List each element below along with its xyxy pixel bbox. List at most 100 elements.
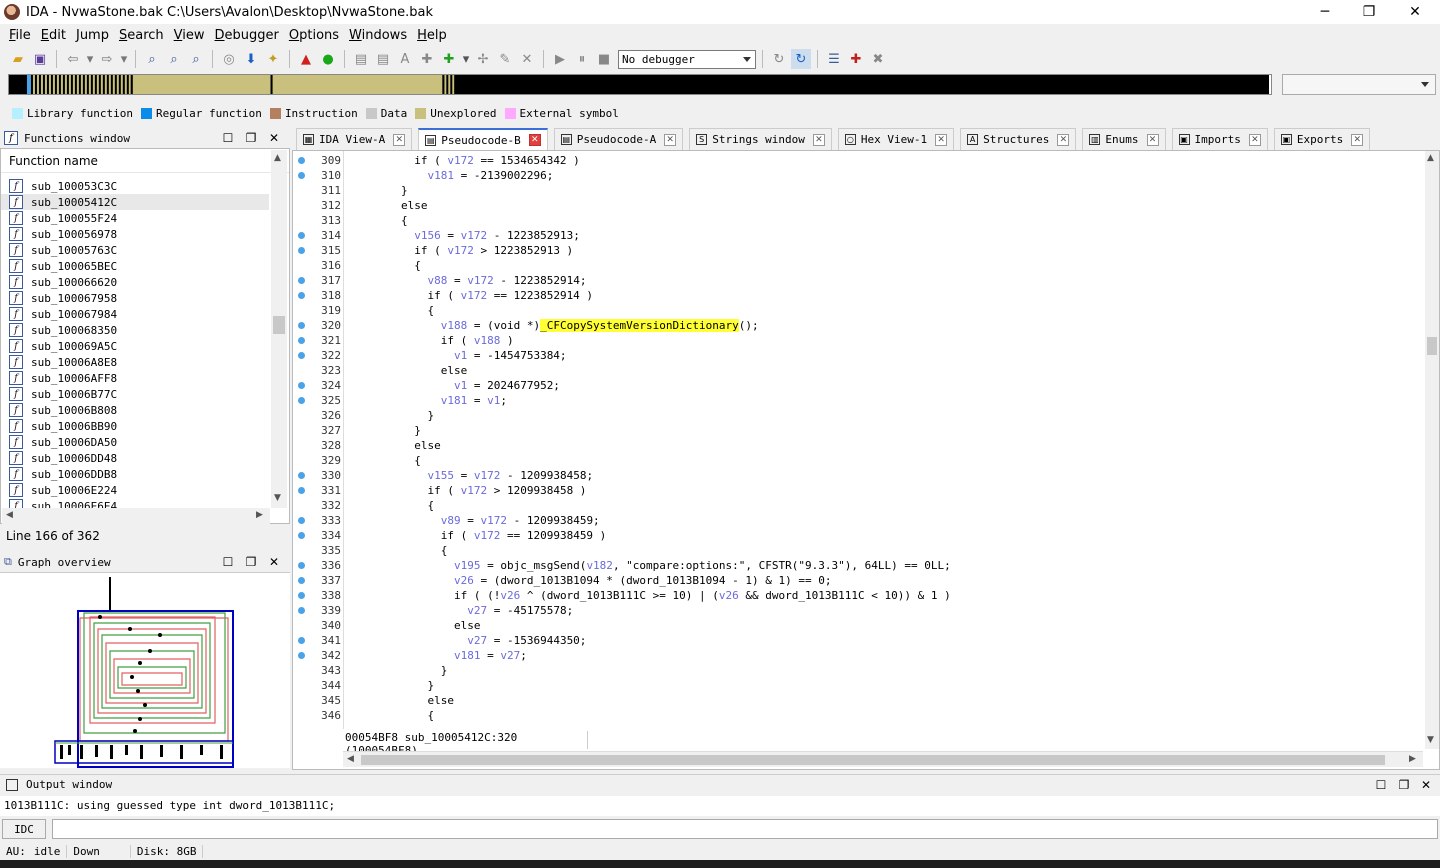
menu-edit[interactable]: Edit — [36, 28, 71, 43]
struct-icon[interactable]: ✢ — [473, 49, 493, 69]
code-line[interactable]: v27 = -45175578; — [348, 603, 573, 618]
chevron-right-icon[interactable]: ▶ — [256, 510, 263, 520]
green-circle-icon[interactable]: ● — [318, 49, 338, 69]
add-dropdown-icon[interactable]: ▾ — [461, 49, 471, 69]
panel-float-button[interactable]: ❐ — [243, 554, 259, 570]
tab-close-icon[interactable]: ✕ — [528, 134, 541, 146]
panel-maximize-button[interactable]: ☐ — [1373, 777, 1389, 793]
warning-icon[interactable]: ▲ — [296, 49, 316, 69]
code-line[interactable]: if ( v172 == 1209938459 ) — [348, 528, 607, 543]
function-list-item[interactable]: f sub_10006B808 — [1, 402, 269, 418]
panel-close-button[interactable]: ✕ — [1418, 777, 1434, 793]
code-vertical-scrollbar[interactable]: ▲ ▼ — [1425, 151, 1439, 749]
tab-imports[interactable]: ▣ Imports ✕ — [1171, 128, 1268, 150]
chevron-up-icon[interactable]: ▲ — [274, 153, 281, 163]
code-line[interactable]: v188 = (void *)_CFCopySystemVersionDicti… — [348, 318, 759, 333]
tab-close-icon[interactable]: ✕ — [935, 133, 948, 146]
highlighted-identifier[interactable]: _CFCopySystemVersionDictionary — [540, 319, 739, 332]
breakpoint-dot-icon[interactable] — [298, 292, 305, 299]
tab-close-icon[interactable]: ✕ — [812, 133, 825, 146]
stop-icon[interactable]: ■ — [594, 49, 614, 69]
function-list-item[interactable]: f sub_10006A8E8 — [1, 354, 269, 370]
code-line[interactable]: if ( v188 ) — [348, 333, 514, 348]
attach-process-icon[interactable]: ↻ — [769, 49, 789, 69]
code-line[interactable]: } — [348, 408, 434, 423]
code-line[interactable]: v1 = -1454753384; — [348, 348, 567, 363]
list-icon[interactable]: ☰ — [824, 49, 844, 69]
add-icon[interactable]: ✚ — [417, 49, 437, 69]
menu-file[interactable]: File — [4, 28, 36, 43]
tab-hex-view-1[interactable]: ○ Hex View-1 ✕ — [837, 128, 955, 150]
panel-close-button[interactable]: ✕ — [266, 130, 282, 146]
code-line[interactable]: if ( v172 == 1534654342 ) — [348, 153, 580, 168]
search-text-icon[interactable]: ⌕ — [142, 49, 162, 69]
breakpoint-dot-icon[interactable] — [298, 577, 305, 584]
function-list-item[interactable]: f sub_100053C3C — [1, 178, 269, 194]
breakpoint-dot-icon[interactable] — [298, 607, 305, 614]
forward-arrow-icon[interactable]: ⇨ — [97, 49, 117, 69]
tab-pseudocode-a[interactable]: ▤ Pseudocode-A ✕ — [553, 128, 684, 150]
function-list-item[interactable]: f sub_10006B77C — [1, 386, 269, 402]
function-list-item[interactable]: f sub_10006AFF8 — [1, 370, 269, 386]
breakpoint-dot-icon[interactable] — [298, 532, 305, 539]
code-line[interactable]: if ( (!v26 ^ (dword_1013B111C >= 10) | (… — [348, 588, 951, 603]
code-line[interactable]: if ( v172 == 1223852914 ) — [348, 288, 593, 303]
graph-overview-panel[interactable] — [0, 572, 290, 768]
delete-breakpoint-icon[interactable]: ✖ — [868, 49, 888, 69]
function-list-item[interactable]: f sub_100069A5C — [1, 338, 269, 354]
code-line[interactable]: v195 = objc_msgSend(v182, "compare:optio… — [348, 558, 951, 573]
code-line[interactable]: v89 = v172 - 1209938459; — [348, 513, 600, 528]
tab-close-icon[interactable]: ✕ — [393, 133, 406, 146]
menu-debugger[interactable]: Debugger — [210, 28, 284, 43]
function-name-column-header[interactable]: Function name — [1, 149, 289, 173]
chevron-down-icon[interactable]: ▼ — [274, 493, 281, 503]
code-line[interactable]: v27 = -1536944350; — [348, 633, 586, 648]
minimize-button[interactable]: ─ — [1302, 0, 1348, 24]
code-line[interactable]: v181 = v1; — [348, 393, 507, 408]
menu-options[interactable]: Options — [284, 28, 344, 43]
flashlight-icon[interactable]: ✦ — [263, 49, 283, 69]
tab-structures[interactable]: A Structures ✕ — [960, 128, 1077, 150]
code-line[interactable]: if ( v172 > 1223852913 ) — [348, 243, 573, 258]
function-list-item[interactable]: f sub_10006DA50 — [1, 434, 269, 450]
idc-button[interactable]: IDC — [2, 819, 46, 839]
code-line[interactable]: v181 = v27; — [348, 648, 527, 663]
sync-icon[interactable]: ↻ — [791, 49, 811, 69]
back-dropdown-icon[interactable]: ▾ — [85, 49, 95, 69]
breakpoint-dot-icon[interactable] — [298, 562, 305, 569]
scroll-thumb[interactable] — [273, 316, 285, 334]
tab-close-icon[interactable]: ✕ — [1057, 133, 1070, 146]
binoculars-icon[interactable]: ◎ — [219, 49, 239, 69]
code-line[interactable]: v155 = v172 - 1209938458; — [348, 468, 593, 483]
data-icon[interactable]: ▤ — [373, 49, 393, 69]
code-line[interactable]: else — [348, 363, 468, 378]
tab-exports[interactable]: ▣ Exports ✕ — [1273, 128, 1371, 150]
code-line[interactable]: else — [348, 693, 454, 708]
code-icon[interactable]: ▤ — [351, 49, 371, 69]
breakpoint-dot-icon[interactable] — [298, 637, 305, 644]
down-arrow-icon[interactable]: ⬇ — [241, 49, 261, 69]
panel-float-button[interactable]: ❐ — [243, 130, 259, 146]
breakpoint-dot-icon[interactable] — [298, 157, 305, 164]
back-arrow-icon[interactable]: ⇦ — [63, 49, 83, 69]
menu-windows[interactable]: Windows — [344, 28, 412, 43]
breakpoint-dot-icon[interactable] — [298, 322, 305, 329]
tab-strings-window[interactable]: S Strings window ✕ — [689, 128, 832, 150]
code-line[interactable]: } — [348, 423, 421, 438]
menu-search[interactable]: Search — [114, 28, 169, 43]
tab-close-icon[interactable]: ✕ — [1146, 133, 1159, 146]
segment-select[interactable] — [1282, 74, 1436, 95]
tab-enums[interactable]: ▥ Enums ✕ — [1082, 128, 1166, 150]
command-input[interactable] — [52, 819, 1438, 839]
breakpoint-dot-icon[interactable] — [298, 382, 305, 389]
breakpoint-dot-icon[interactable] — [298, 337, 305, 344]
code-line[interactable]: v156 = v172 - 1223852913; — [348, 228, 580, 243]
patch-icon[interactable]: ✎ — [495, 49, 515, 69]
add-green-icon[interactable]: ✚ — [439, 49, 459, 69]
debugger-select[interactable]: No debugger — [618, 49, 756, 69]
breakpoint-dot-icon[interactable] — [298, 487, 305, 494]
search-immediate-icon[interactable]: ⌕ — [186, 49, 206, 69]
code-line[interactable]: { — [348, 258, 421, 273]
breakpoint-dot-icon[interactable] — [298, 172, 305, 179]
panel-maximize-button[interactable]: ☐ — [220, 554, 236, 570]
